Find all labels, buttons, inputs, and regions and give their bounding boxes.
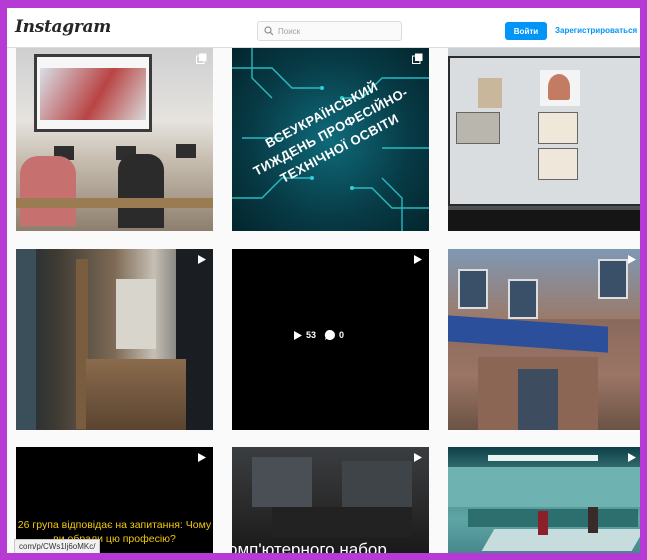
- post-tile-5[interactable]: 53 0: [232, 249, 429, 430]
- signup-link[interactable]: Зарегистрироваться: [555, 26, 637, 35]
- search-input[interactable]: [278, 26, 388, 36]
- search-box[interactable]: [257, 21, 402, 41]
- post-tile-9[interactable]: [448, 447, 640, 553]
- play-count-icon: [294, 330, 302, 340]
- instagram-logo[interactable]: Instagram: [15, 17, 111, 37]
- post-tile-8[interactable]: омп'ютерного набор: [232, 447, 429, 559]
- video-icon: [198, 453, 206, 462]
- login-button[interactable]: Войти: [505, 22, 547, 40]
- search-icon: [264, 26, 274, 36]
- comments-count: 0: [339, 330, 345, 340]
- video-icon: [628, 255, 636, 264]
- comment-icon: [324, 329, 335, 340]
- video-icon: [628, 453, 636, 462]
- hover-stats-overlay: 53 0: [292, 329, 344, 341]
- video-frame: Instagram Войти Зарегистрироваться: [0, 0, 647, 560]
- post-tile-1[interactable]: [16, 48, 213, 231]
- video-icon: [414, 255, 422, 264]
- top-navigation-bar: Instagram Войти Зарегистрироваться: [7, 8, 640, 48]
- carousel-icon: [196, 53, 207, 64]
- post-tile-4[interactable]: [16, 249, 213, 430]
- post-tile-6[interactable]: [448, 249, 640, 430]
- video-icon: [414, 453, 422, 462]
- likes-count: 53: [306, 330, 317, 340]
- posts-grid: ВСЕУКРАЇНСЬКИЙ ТИЖДЕНЬ ПРОФЕСІЙНО-ТЕХНІЧ…: [16, 48, 640, 559]
- post-tile-2[interactable]: ВСЕУКРАЇНСЬКИЙ ТИЖДЕНЬ ПРОФЕСІЙНО-ТЕХНІЧ…: [232, 48, 429, 231]
- video-icon: [198, 255, 206, 264]
- post-caption: омп'ютерного набор: [232, 540, 387, 559]
- post-tile-3[interactable]: [448, 48, 640, 231]
- browser-status-url: com/p/CWs1lj6oMKc/: [14, 539, 101, 553]
- carousel-icon: [412, 53, 423, 64]
